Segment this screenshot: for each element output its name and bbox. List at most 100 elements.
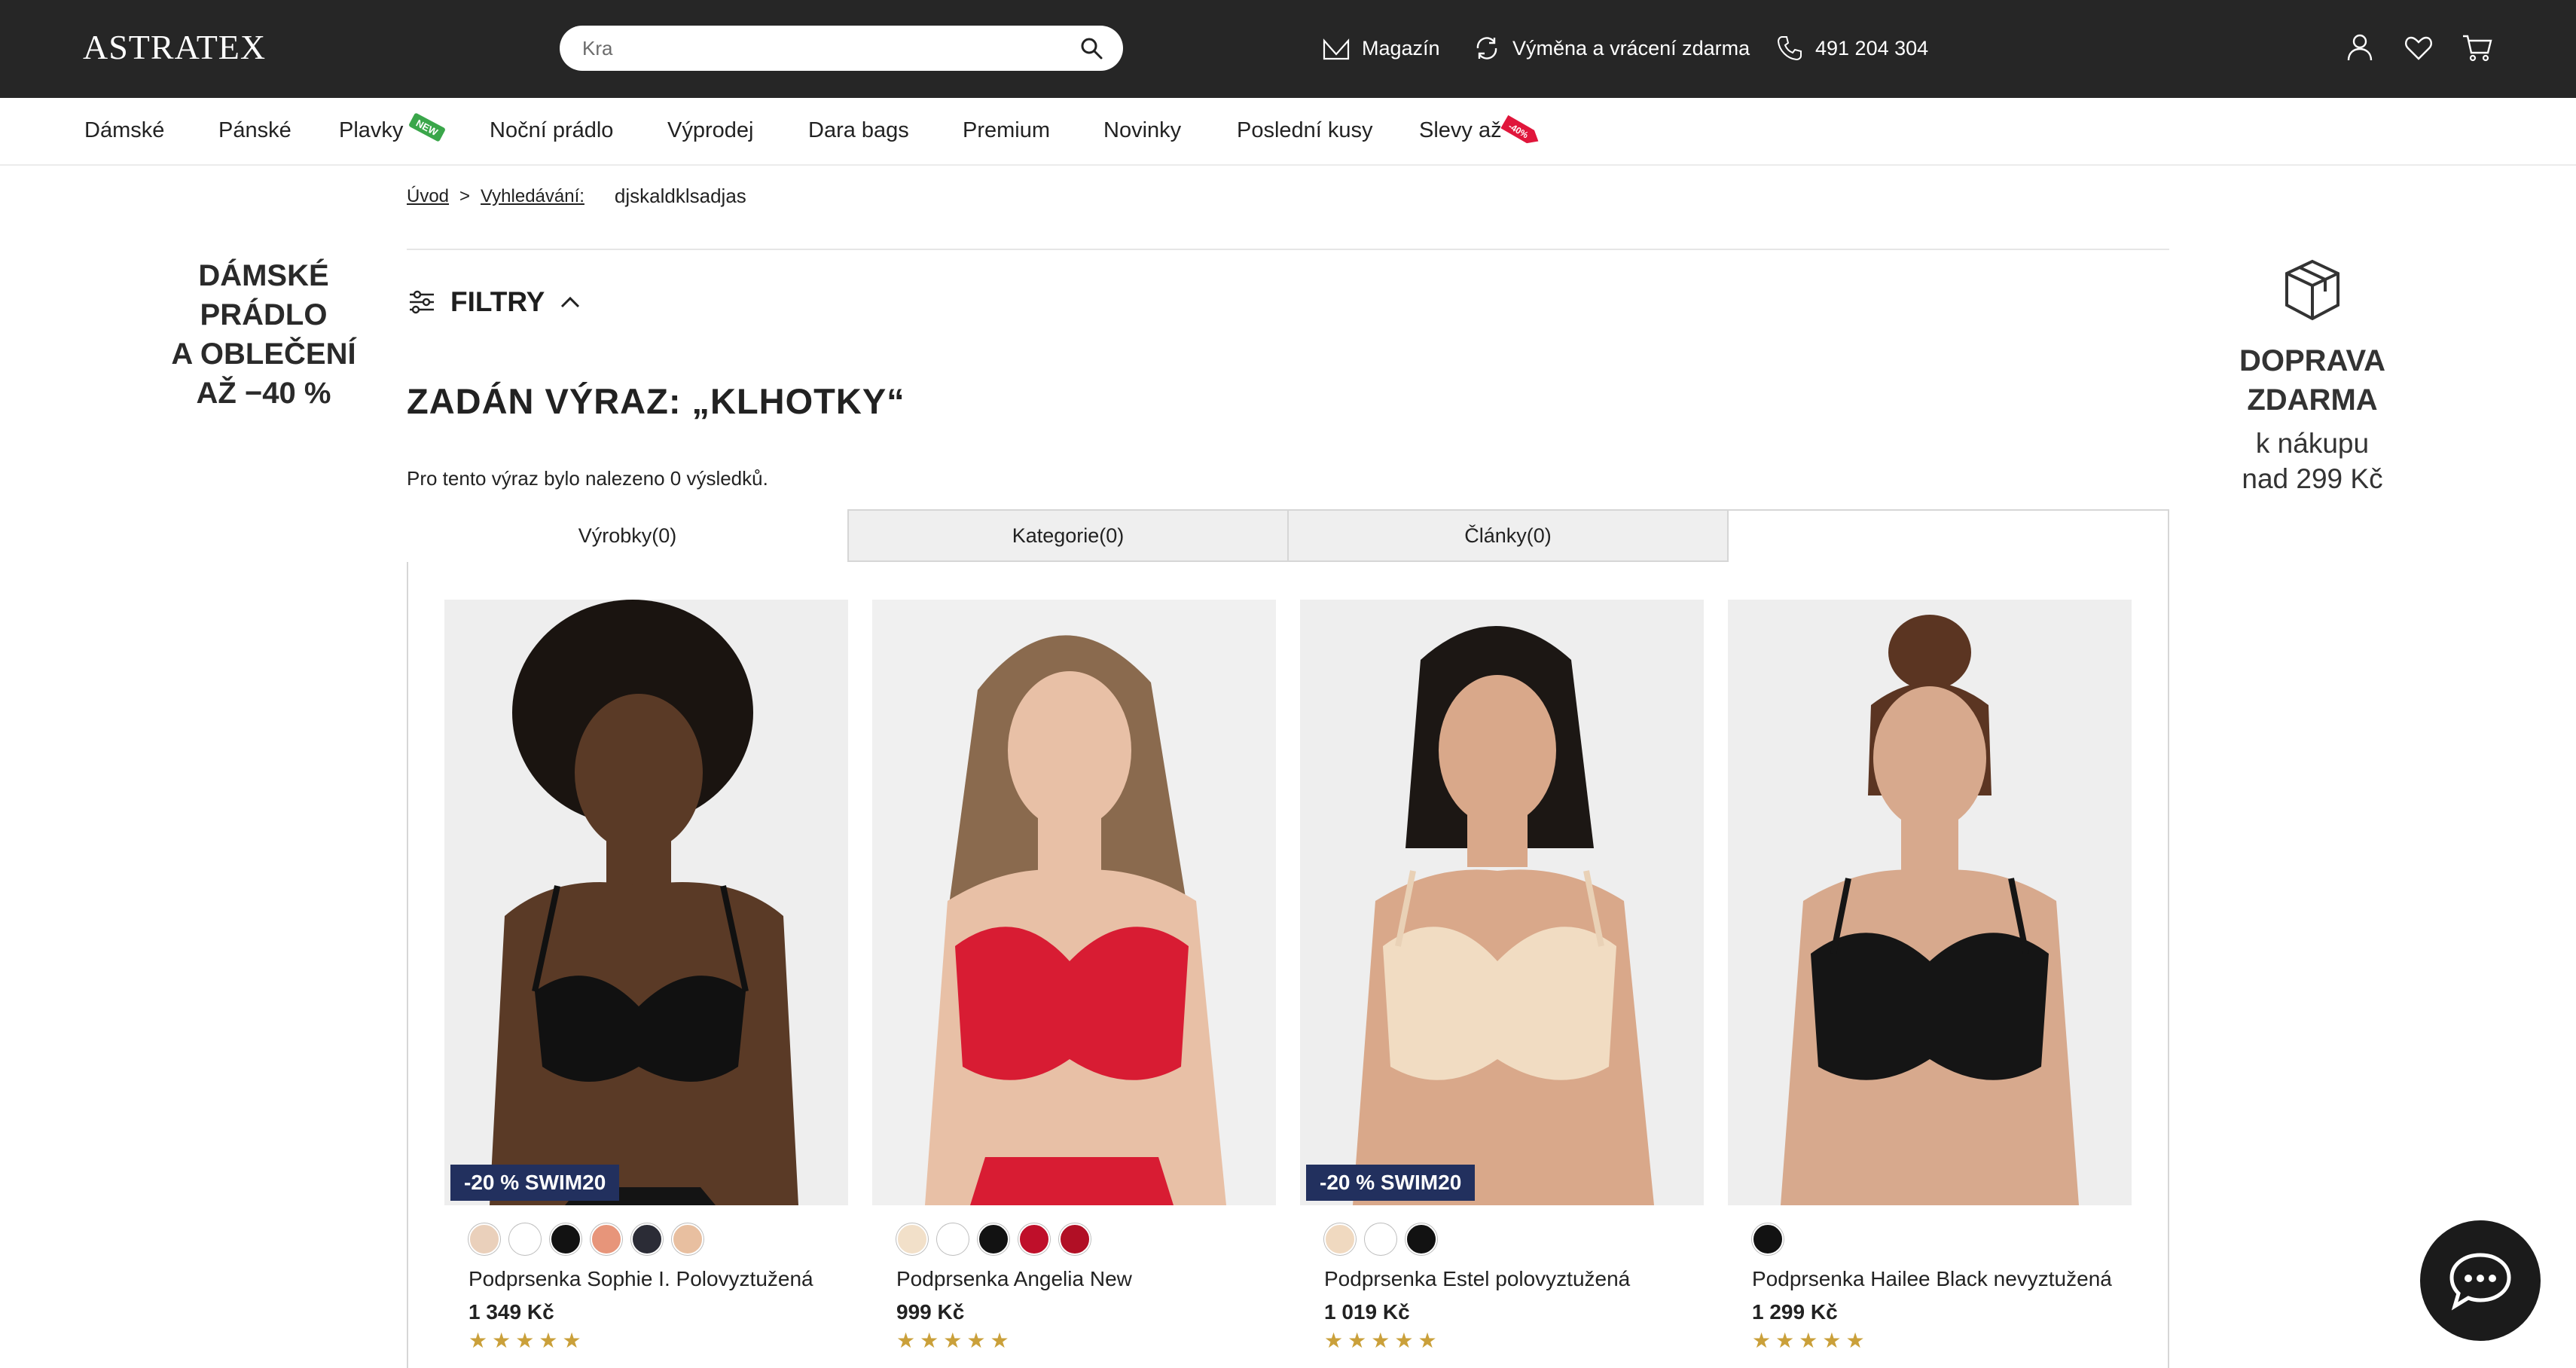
product-price: 1 019 Kč [1324,1300,1410,1324]
color-swatch[interactable] [469,1223,500,1255]
magazine-icon [1323,38,1350,60]
product-image[interactable]: -20 % SWIM20 [1300,600,1704,1205]
rating-stars: ★ ★ ★ ★ ★ [1752,1330,2132,1351]
refresh-icon [1476,37,1497,60]
color-swatches [1752,1223,2132,1255]
star-icon: ★ [896,1329,916,1352]
returns-link[interactable]: Výměna a vrácení zdarma [1472,33,1750,63]
star-icon: ★ [1752,1329,1772,1352]
tab-vyrobky[interactable]: Výrobky(0) [407,509,848,562]
color-swatch[interactable] [1365,1223,1396,1255]
breadcrumb: Úvod > Vyhledávání: djskaldklsadjas [407,185,746,208]
color-swatch[interactable] [978,1223,1009,1255]
promo-badge: -20 % SWIM20 [1306,1165,1476,1201]
chat-button[interactable] [2420,1220,2541,1341]
product-card[interactable]: Podprsenka Angelia New 999 Kč ★ ★ ★ ★ ★ [872,600,1276,1351]
product-price: 999 Kč [896,1300,965,1324]
sale-tag-icon: -40% [1500,115,1539,144]
left-promo-banner[interactable]: DÁMSKÉ PRÁDLO A OBLEČENÍ AŽ −40 % [158,256,369,413]
star-icon: ★ [990,1329,1009,1352]
color-swatch[interactable] [1018,1223,1050,1255]
color-swatch[interactable] [896,1223,928,1255]
nav-item-vyprodej[interactable]: Výprodej [667,118,753,143]
nav-item-novinky[interactable]: Novinky [1103,118,1181,143]
product-price: 1 299 Kč [1752,1300,1838,1324]
color-swatch[interactable] [672,1223,704,1255]
nav-item-premium[interactable]: Premium [963,118,1050,143]
color-swatch[interactable] [509,1223,541,1255]
filters-toggle[interactable]: FILTRY [407,286,582,318]
bra-beige-model-photo [1300,600,1704,1205]
color-swatch[interactable] [1059,1223,1091,1255]
product-name[interactable]: Podprsenka Sophie I. Polovyztužená [469,1267,848,1291]
product-name[interactable]: Podprsenka Angelia New [896,1267,1276,1291]
color-swatch[interactable] [550,1223,581,1255]
shipping-title-2: ZDARMA [2247,383,2378,417]
color-swatch[interactable] [937,1223,969,1255]
phone-number: 491 204 304 [1815,36,1929,60]
nav-item-panske[interactable]: Pánské [218,118,291,143]
nav-item-nocni-pradlo[interactable]: Noční prádlo [490,118,613,143]
search-box[interactable] [560,26,1123,71]
top-header: ASTRATEX Magazín Výměna a vrácení zdarma… [0,0,2576,98]
star-icon: ★ [966,1329,986,1352]
nav-item-dara-bags[interactable]: Dara bags [808,118,909,143]
star-icon: ★ [469,1329,488,1352]
rating-stars: ★ ★ ★ ★ ★ [1324,1330,1704,1351]
star-icon: ★ [1845,1329,1865,1352]
package-box-icon [2285,259,2339,321]
star-icon: ★ [1822,1329,1842,1352]
magazine-link[interactable]: Magazín [1321,33,1440,63]
nav-item-posledni-kusy[interactable]: Poslední kusy [1237,118,1373,143]
bra-black-sheer-model-photo [1728,600,2132,1205]
color-swatches [1324,1223,1704,1255]
color-swatch[interactable] [591,1223,622,1255]
product-card[interactable]: -20 % SWIM20 Podprsenka Sophie I. Polovy… [444,600,848,1351]
color-swatch[interactable] [1752,1223,1784,1255]
product-card[interactable]: -20 % SWIM20 Podprsenka Estel polovyztuž… [1300,600,1704,1351]
color-swatch[interactable] [1406,1223,1437,1255]
product-name[interactable]: Podprsenka Estel polovyztužená [1324,1267,1704,1291]
star-icon: ★ [943,1329,963,1352]
product-image[interactable]: -20 % SWIM20 [444,600,848,1205]
left-banner-line: A OBLEČENÍ [171,337,356,371]
nav-item-slevy[interactable]: Slevy až [1419,118,1502,143]
account-icon[interactable] [2343,30,2377,65]
bra-black-model-photo [444,600,848,1205]
star-icon: ★ [562,1329,581,1352]
color-swatch[interactable] [631,1223,663,1255]
rating-stars: ★ ★ ★ ★ ★ [896,1330,1276,1351]
result-count-text: Pro tento výraz bylo nalezeno 0 výsledků… [407,467,768,490]
main-navigation: Dámské Pánské Plavky Noční prádlo Výprod… [0,98,2576,166]
returns-label: Výměna a vrácení zdarma [1512,36,1750,60]
tab-clanky[interactable]: Články(0) [1287,509,1729,562]
product-name[interactable]: Podprsenka Hailee Black nevyztužená [1752,1267,2132,1291]
tab-kategorie[interactable]: Kategorie(0) [847,509,1289,562]
filter-sliders-icon [410,290,434,314]
logo[interactable]: ASTRATEX [83,27,266,67]
color-swatch[interactable] [1324,1223,1356,1255]
star-icon: ★ [1371,1329,1390,1352]
left-banner-line: AŽ −40 % [196,377,331,410]
search-input[interactable] [582,35,1064,62]
search-icon[interactable] [1079,36,1103,60]
phone-link[interactable]: 491 204 304 [1775,33,1928,63]
product-card[interactable]: Podprsenka Hailee Black nevyztužená 1 29… [1728,600,2132,1351]
wishlist-heart-icon[interactable] [2401,30,2436,65]
star-icon: ★ [1348,1329,1367,1352]
cart-icon[interactable] [2460,30,2495,65]
star-icon: ★ [920,1329,939,1352]
breadcrumb-home-link[interactable]: Úvod [407,186,449,207]
color-swatches [469,1223,848,1255]
star-icon: ★ [515,1329,535,1352]
product-image[interactable] [1728,600,2132,1205]
breadcrumb-separator: > [459,185,471,206]
nav-item-plavky[interactable]: Plavky [339,118,403,143]
product-image[interactable] [872,600,1276,1205]
left-banner-line: PRÁDLO [200,298,328,331]
product-price: 1 349 Kč [469,1300,554,1324]
breadcrumb-search-link[interactable]: Vyhledávání: [481,186,584,207]
nav-item-damske[interactable]: Dámské [84,118,164,143]
right-shipping-banner[interactable]: DOPRAVA ZDARMA k nákupu nad 299 Kč [2207,252,2418,496]
color-swatches [896,1223,1276,1255]
